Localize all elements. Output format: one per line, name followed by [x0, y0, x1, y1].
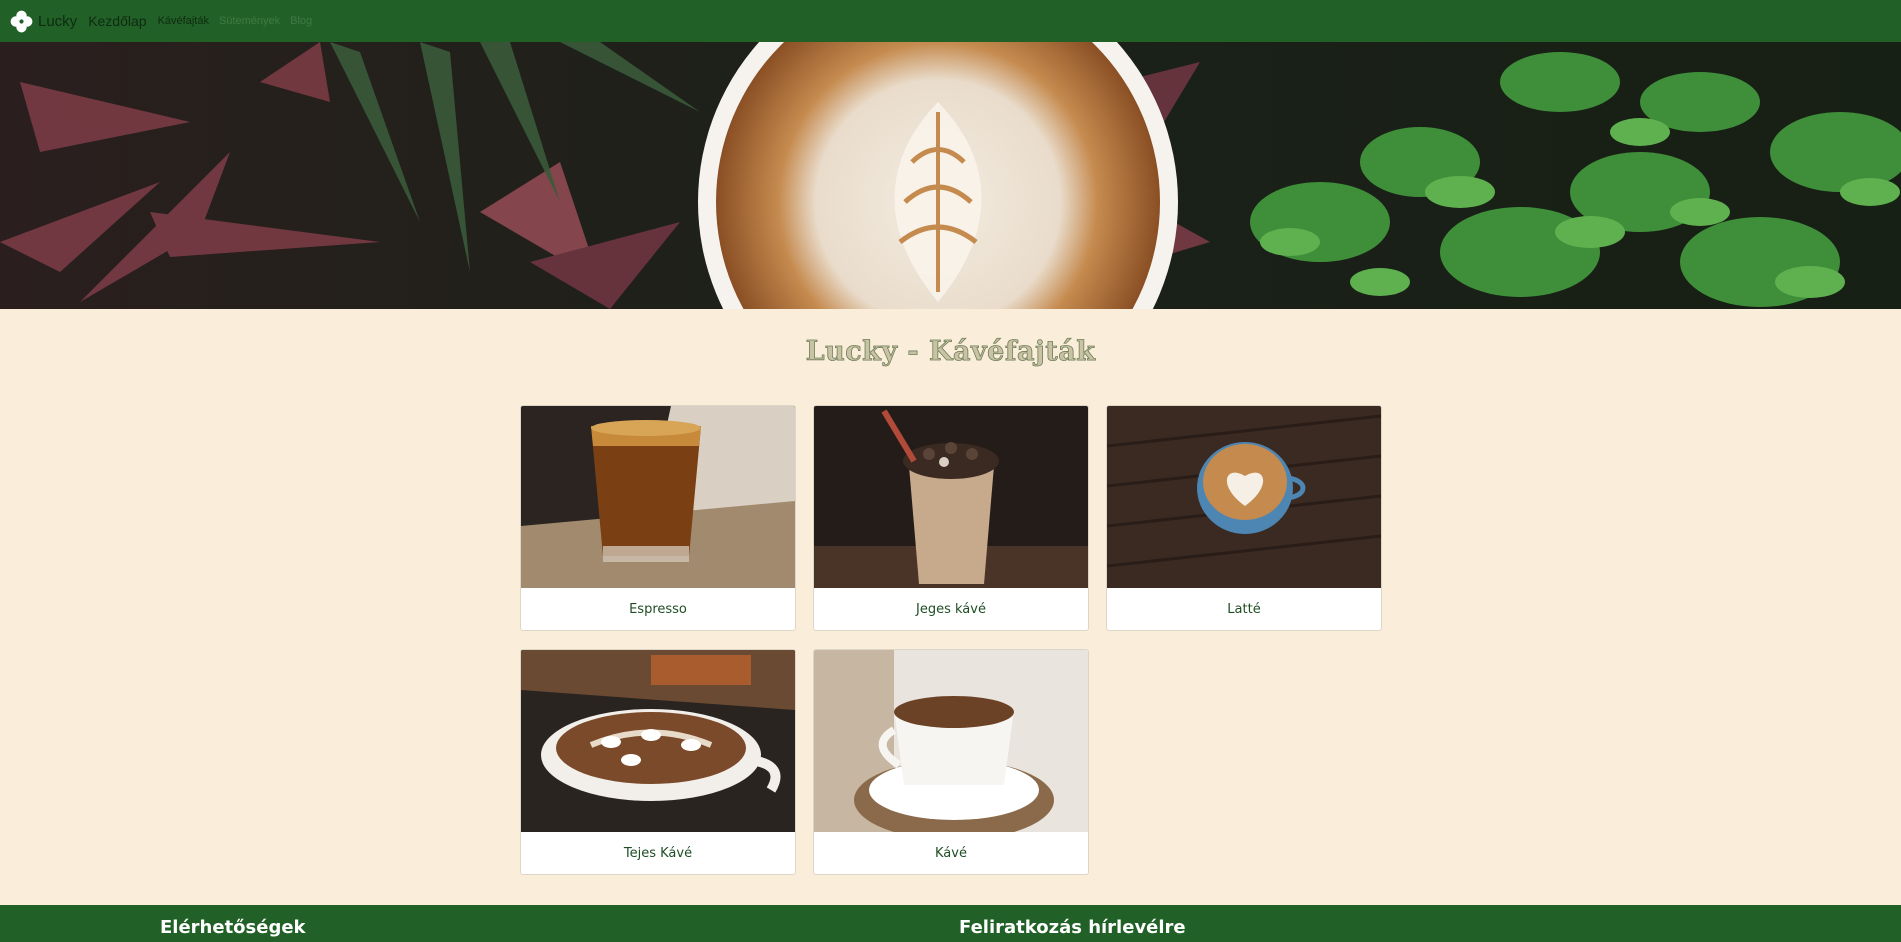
card-jeges-kave[interactable]: Jeges kávé [813, 405, 1089, 631]
brand-link[interactable]: Lucky [9, 9, 77, 34]
coffee-image [814, 650, 1088, 832]
top-navbar: Lucky Kezdőlap Kávéfajták Sütemények Blo… [0, 0, 1901, 42]
card-label: Espresso [629, 601, 687, 617]
footer-contact-heading: Elérhetőségek [160, 917, 306, 938]
card-tejes-kave[interactable]: Tejes Kávé [520, 649, 796, 875]
milk-coffee-image [521, 650, 795, 832]
brand-name: Lucky [38, 12, 78, 30]
nav-link-blog[interactable]: Blog [290, 15, 312, 27]
latte-image [1107, 406, 1381, 588]
iced-coffee-image [814, 406, 1088, 588]
card-label: Latté [1227, 601, 1261, 617]
footer-newsletter-heading: Feliratkozás hírlevélre [959, 917, 1186, 938]
card-latte[interactable]: Latté [1106, 405, 1382, 631]
card-label: Tejes Kávé [623, 845, 693, 861]
nav-link-kavefajtak[interactable]: Kávéfajták [158, 15, 209, 27]
espresso-image [521, 406, 795, 588]
nav-home-link[interactable]: Kezdőlap [88, 13, 146, 29]
footer: Elérhetőségek Feliratkozás hírlevélre [0, 905, 1901, 942]
card-label: Kávé [935, 845, 967, 861]
card-label: Jeges kávé [916, 601, 986, 617]
hero-banner-image [0, 42, 1901, 309]
page-title: Lucky - Kávéfajták [805, 336, 1096, 368]
clover-icon [10, 10, 33, 32]
nav-link-sutemenyek[interactable]: Sütemények [219, 15, 280, 27]
card-kave[interactable]: Kávé [813, 649, 1089, 875]
card-espresso[interactable]: Espresso [520, 405, 796, 631]
